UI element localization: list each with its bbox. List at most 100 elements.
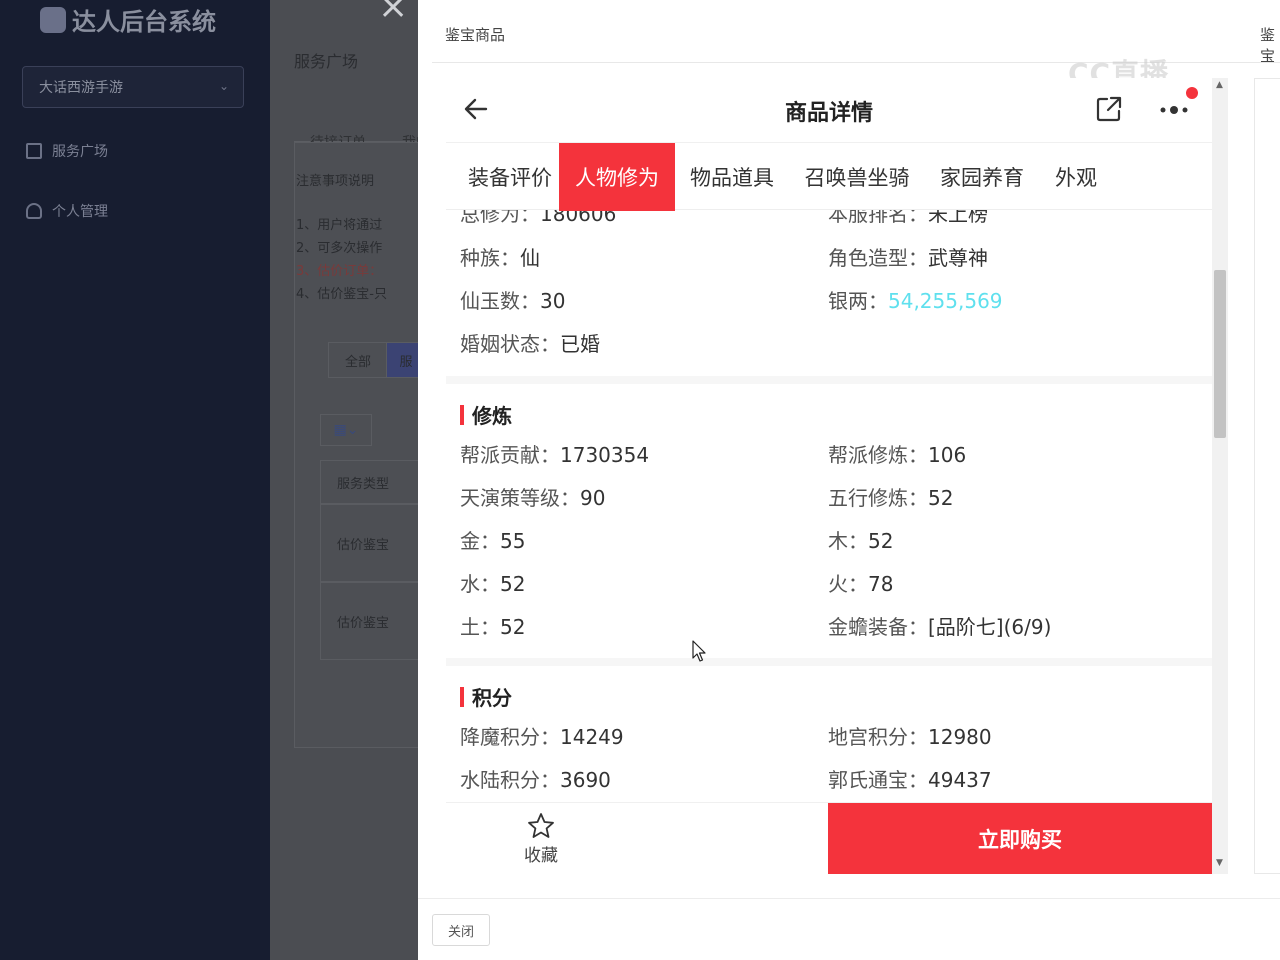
detail-content: 总修为：180606 本服排名：未上榜 种族：仙 角色造型：武尊神 仙玉数：30… — [446, 210, 1212, 802]
field-label: 总修为： — [460, 210, 540, 226]
modal-title-secondary: 鉴宝 — [1260, 26, 1276, 65]
more-icon[interactable] — [1158, 100, 1192, 120]
field-label: 帮派修炼： — [828, 443, 928, 467]
field-value: 180606 — [540, 210, 617, 226]
detail-tabs: 装备评价 人物修为 物品道具 召唤兽坐骑 家园养育 外观 — [446, 142, 1212, 211]
scroll-thumb[interactable] — [1214, 270, 1226, 438]
field-value: [品阶七](6/9) — [928, 615, 1052, 639]
sidebar-item-personal[interactable]: 个人管理 — [26, 201, 108, 221]
bottom-action-bar: 收藏 立即购买 — [446, 802, 1212, 874]
field-value: 106 — [928, 443, 967, 467]
tab-summons-mounts[interactable]: 召唤兽坐骑 — [798, 143, 916, 211]
field-value: 武尊神 — [928, 246, 988, 270]
sidebar-item-label: 服务广场 — [52, 144, 108, 160]
field-label: 角色造型： — [828, 246, 928, 270]
scrollbar[interactable]: ▲ ▼ — [1212, 78, 1228, 874]
webview-header: 商品详情 — [446, 78, 1212, 142]
favorite-button[interactable]: 收藏 — [506, 811, 576, 866]
server-rank-row: 本服排名：未上榜 — [828, 210, 988, 227]
note-line: 1、用户将通过 — [296, 218, 383, 233]
field-label: 水： — [460, 572, 500, 596]
favorite-label: 收藏 — [524, 846, 558, 866]
field-label: 银两： — [828, 289, 888, 313]
jade-row: 仙玉数：30 — [460, 285, 565, 314]
race-row: 种族：仙 — [460, 242, 540, 271]
grid-view-button[interactable]: ▦ ⌄ — [320, 414, 372, 446]
field-value: 14249 — [560, 725, 624, 749]
field-label: 地宫积分： — [828, 725, 928, 749]
close-button[interactable]: 关闭 — [432, 914, 490, 946]
field-label: 五行修炼： — [828, 486, 928, 510]
demon-points-row: 降魔积分：14249 — [460, 721, 624, 750]
tab-home[interactable]: 家园养育 — [934, 143, 1030, 211]
field-value: 仙 — [520, 246, 540, 270]
note-line: 2、可多次操作 — [296, 241, 383, 256]
guo-coin-row: 郭氏通宝：49437 — [828, 764, 992, 793]
close-icon[interactable]: × — [378, 0, 408, 27]
fire-row: 火：78 — [828, 568, 893, 597]
marriage-row: 婚姻状态：已婚 — [460, 328, 600, 357]
note-line: 4、估价鉴宝-只 — [296, 287, 387, 302]
mouse-cursor-icon — [692, 640, 706, 662]
app-logo: 达人后台系统 — [40, 2, 216, 37]
field-value: 12980 — [928, 725, 992, 749]
section-title-points: 积分 — [460, 682, 512, 711]
character-model-row: 角色造型：武尊神 — [828, 242, 988, 271]
field-label: 金蟾装备： — [828, 615, 928, 639]
section-separator — [446, 658, 1212, 666]
field-value: 1730354 — [560, 443, 650, 467]
section-title-text: 积分 — [472, 686, 512, 710]
shuilu-points-row: 水陆积分：3690 — [460, 764, 611, 793]
filter-all[interactable]: 全部 — [328, 342, 388, 378]
divider — [418, 898, 1280, 899]
field-label: 帮派贡献： — [460, 443, 560, 467]
scroll-up-icon[interactable]: ▲ — [1216, 80, 1223, 90]
wood-row: 木：52 — [828, 525, 893, 554]
section-marker — [460, 404, 464, 425]
note-line: 3、估价订单： — [296, 264, 383, 279]
field-label: 种族： — [460, 246, 520, 270]
product-webview: 商品详情 装备评价 人物修为 物品道具 召唤兽坐骑 家园养育 外观 总修为：18… — [446, 78, 1212, 874]
sidebar-item-service-plaza[interactable]: 服务广场 — [26, 141, 108, 161]
tab-equipment-rating[interactable]: 装备评价 — [458, 143, 562, 211]
section-separator — [446, 376, 1212, 384]
filter-service[interactable]: 服 — [386, 342, 420, 378]
metal-row: 金：55 — [460, 525, 525, 554]
notification-dot — [1186, 87, 1198, 99]
table-row[interactable]: 估价鉴宝 — [320, 504, 420, 582]
section-title-text: 修炼 — [472, 404, 512, 428]
tab-items[interactable]: 物品道具 — [684, 143, 780, 211]
field-value: 54,255,569 — [888, 289, 1003, 313]
building-icon — [26, 143, 42, 159]
tab-appearance[interactable]: 外观 — [1050, 143, 1102, 211]
chevron-down-icon: ⌄ — [218, 79, 229, 93]
field-label: 郭氏通宝： — [828, 768, 928, 792]
field-value: 90 — [580, 486, 606, 510]
tab-character-cultivation[interactable]: 人物修为 — [559, 143, 675, 211]
total-cultivation-row: 总修为：180606 — [460, 210, 616, 227]
water-row: 水：52 — [460, 568, 525, 597]
buy-now-button[interactable]: 立即购买 — [828, 803, 1212, 874]
field-value: 52 — [500, 572, 526, 596]
field-value: 78 — [868, 572, 894, 596]
field-label: 婚姻状态： — [460, 332, 560, 356]
field-label: 仙玉数： — [460, 289, 540, 313]
share-icon[interactable] — [1094, 94, 1124, 124]
page-title: 服务广场 — [294, 52, 359, 71]
golden-toad-row: 金蟾装备：[品阶七](6/9) — [828, 611, 1051, 640]
modal-title: 鉴宝商品 — [445, 26, 506, 44]
main-tabs: 待接订单 我的 — [294, 96, 420, 151]
logo-icon — [40, 6, 66, 33]
chevron-down-icon: ⌄ — [346, 422, 359, 438]
field-value: 已婚 — [560, 332, 600, 356]
table-row[interactable]: 估价鉴宝 — [320, 582, 420, 660]
field-value: 未上榜 — [928, 210, 988, 226]
star-icon — [528, 813, 554, 838]
game-select-value: 大话西游手游 — [39, 80, 123, 96]
game-select[interactable]: 大话西游手游 ⌄ — [22, 66, 244, 108]
field-value: 52 — [500, 615, 526, 639]
scroll-down-icon[interactable]: ▼ — [1216, 858, 1223, 868]
earth-row: 土：52 — [460, 611, 525, 640]
field-label: 金： — [460, 529, 500, 553]
person-icon — [26, 203, 42, 219]
